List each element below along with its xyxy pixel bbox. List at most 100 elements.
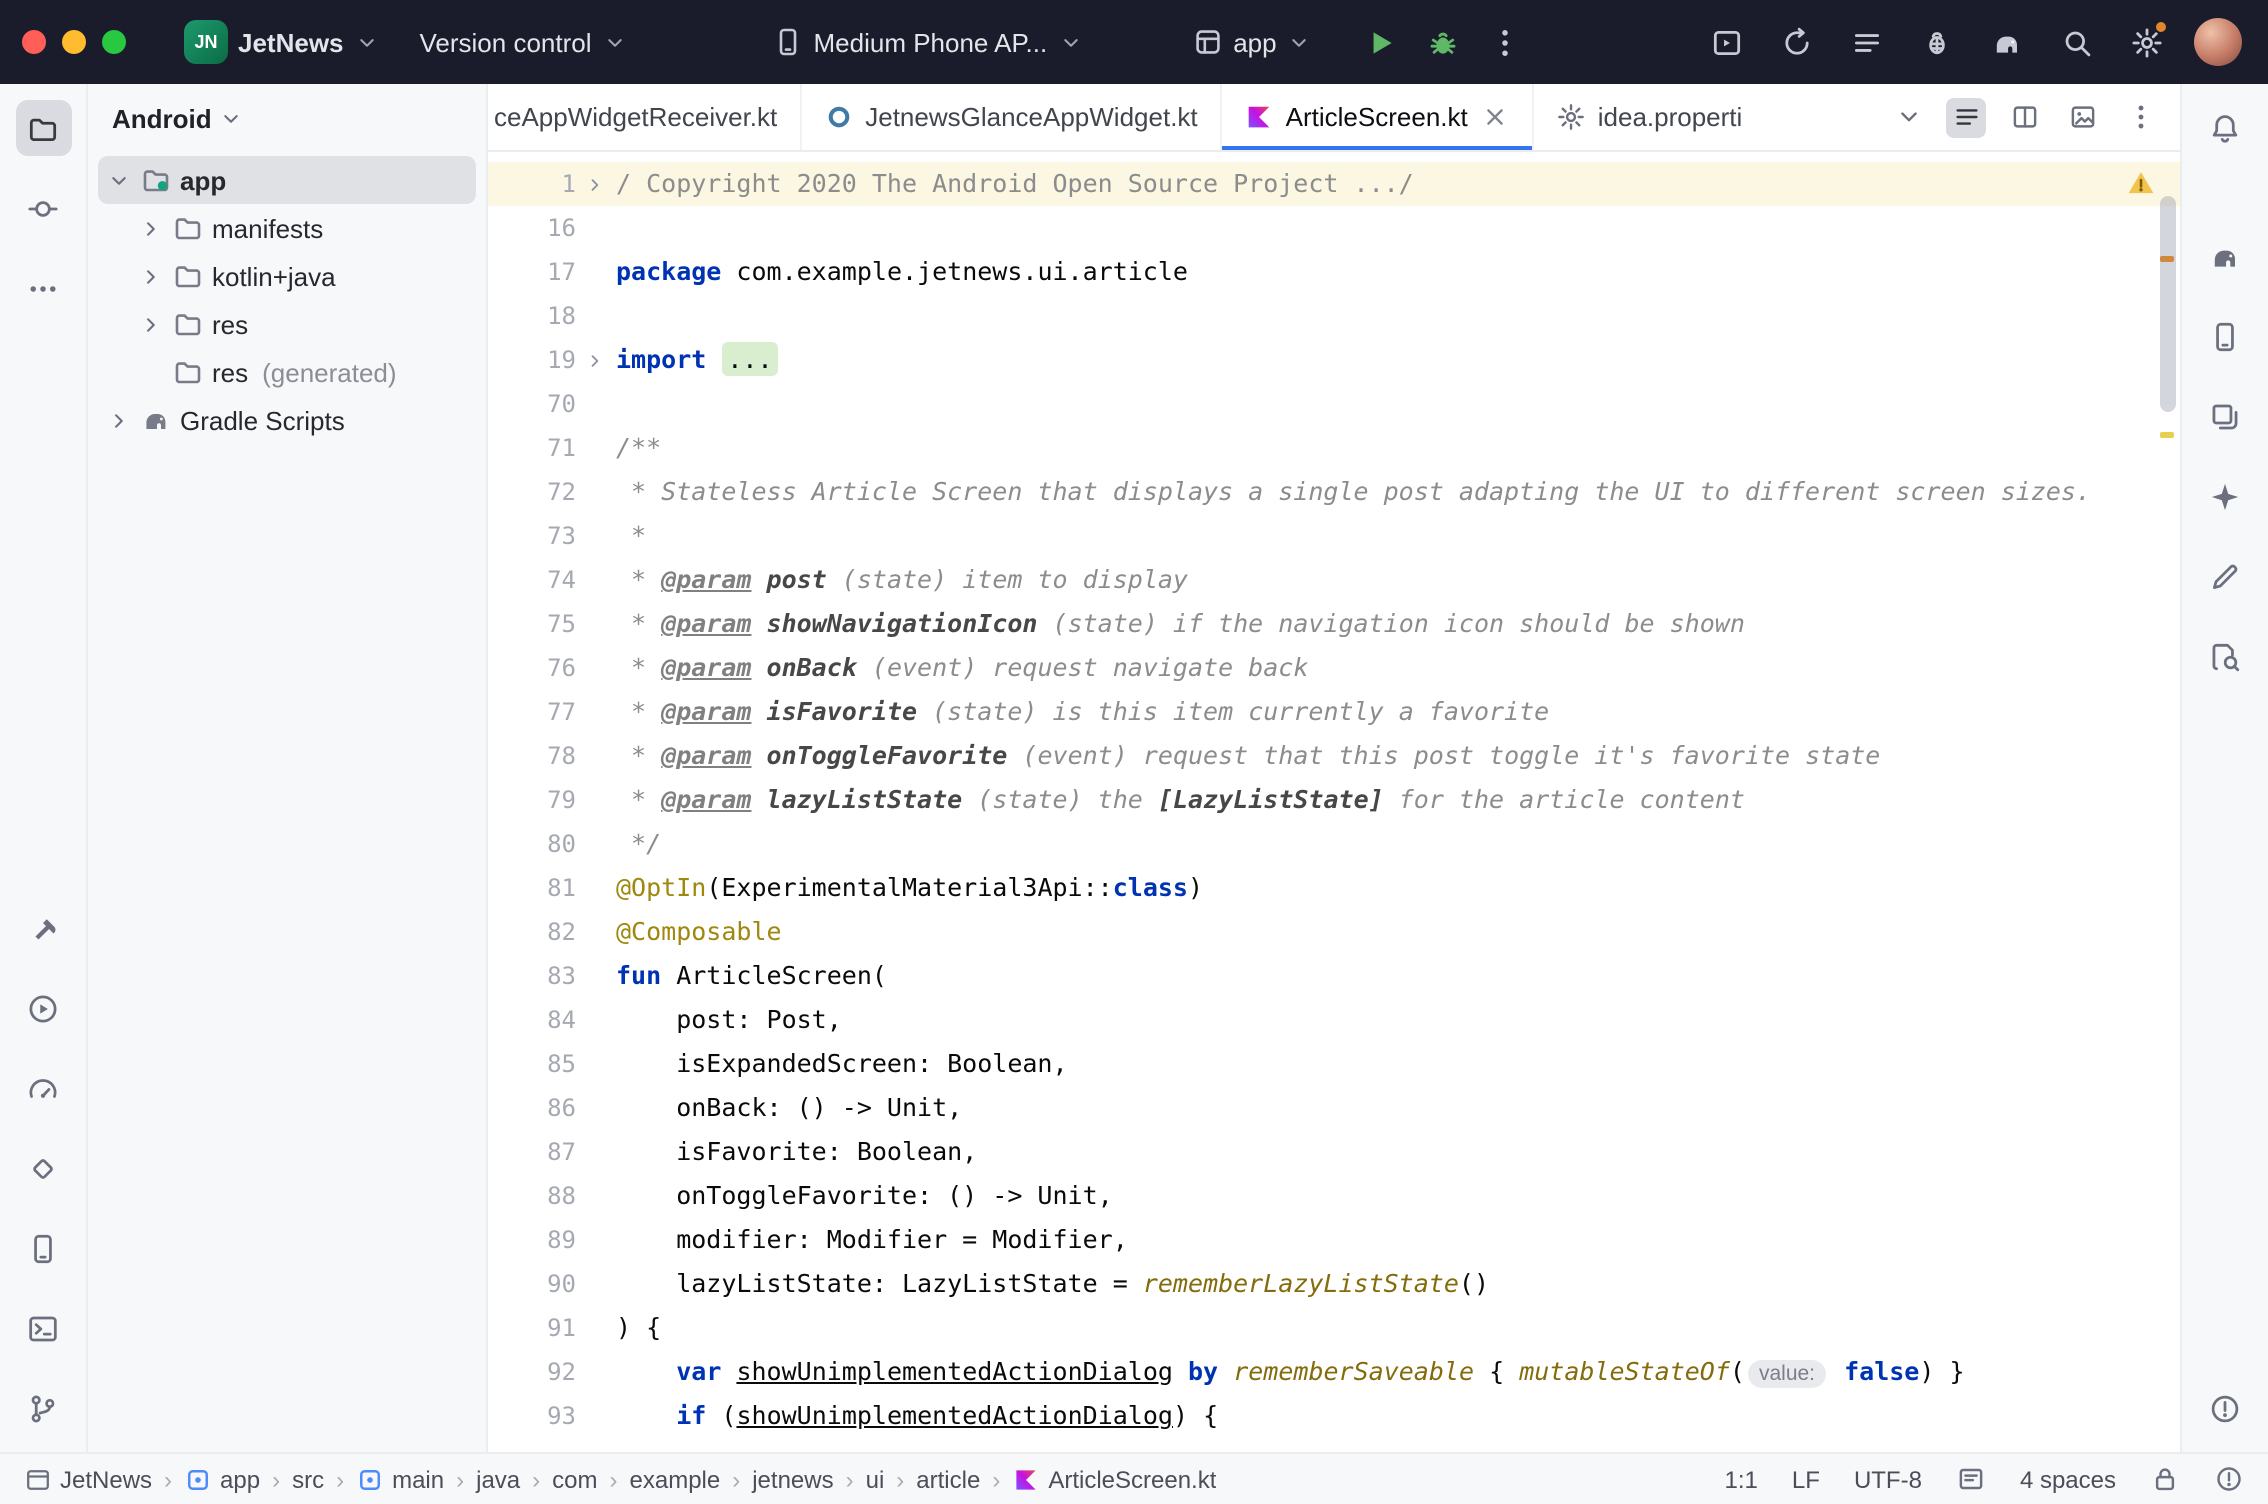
gradle-button[interactable] xyxy=(1984,20,2028,64)
tab-jetnewsglanceappwidget-kt[interactable]: JetnewsGlanceAppWidget.kt xyxy=(801,84,1221,150)
running-devices-tool-window-button[interactable] xyxy=(2197,388,2253,444)
encoding-widget[interactable]: UTF-8 xyxy=(1854,1465,1922,1493)
code-line[interactable]: 78 * @param onToggleFavorite (event) req… xyxy=(488,734,2180,778)
run-configuration-selector[interactable]: Medium Phone AP... xyxy=(762,18,1094,66)
code-line[interactable]: 93 if (showUnimplementedActionDialog) { xyxy=(488,1394,2180,1438)
reader-mode-icon[interactable] xyxy=(1956,1464,1986,1494)
code-line[interactable]: 88 onToggleFavorite: () -> Unit, xyxy=(488,1174,2180,1218)
code-line[interactable]: 85 isExpandedScreen: Boolean, xyxy=(488,1042,2180,1086)
analysis-status-icon[interactable] xyxy=(2214,1464,2244,1494)
settings-button[interactable] xyxy=(2124,20,2168,64)
code-line[interactable]: 76 * @param onBack (event) request navig… xyxy=(488,646,2180,690)
chevron-right-icon[interactable] xyxy=(138,215,164,241)
vcs-widget[interactable]: Version control xyxy=(410,19,638,65)
account-avatar[interactable] xyxy=(2194,18,2242,66)
code-line[interactable]: 75 * @param showNavigationIcon (state) i… xyxy=(488,602,2180,646)
breadcrumb-java[interactable]: java xyxy=(476,1465,520,1493)
layout-inspector-button[interactable] xyxy=(2197,548,2253,604)
tab-ceappwidgetreceiver-kt[interactable]: ceAppWidgetReceiver.kt xyxy=(488,84,801,150)
running-devices-button[interactable] xyxy=(1704,20,1748,64)
profiler-button[interactable] xyxy=(1914,20,1958,64)
code-line[interactable]: 91) { xyxy=(488,1306,2180,1350)
breadcrumb-main[interactable]: main xyxy=(356,1465,444,1493)
code-line[interactable]: 74 * @param post (state) item to display xyxy=(488,558,2180,602)
find-tool-window-button[interactable] xyxy=(2197,628,2253,684)
editor-options-button[interactable] xyxy=(2120,97,2160,137)
breadcrumb-ui[interactable]: ui xyxy=(866,1465,885,1493)
code-line[interactable]: 16 xyxy=(488,206,2180,250)
tree-item-res-generated[interactable]: res(generated) xyxy=(98,348,476,396)
app-quality-insights-button[interactable] xyxy=(15,1140,71,1196)
tree-item-app[interactable]: app xyxy=(98,156,476,204)
tree-item-res[interactable]: res xyxy=(98,300,476,348)
breadcrumb-jetnews[interactable]: JetNews xyxy=(24,1465,152,1493)
chevron-right-icon[interactable] xyxy=(138,263,164,289)
fold-icon[interactable] xyxy=(576,170,612,198)
code-line[interactable]: 72 * Stateless Article Screen that displ… xyxy=(488,470,2180,514)
problems-tool-window-button[interactable] xyxy=(2197,1380,2253,1436)
scrollbar-warning-mark[interactable] xyxy=(2160,256,2174,262)
tree-item-kotlin-java[interactable]: kotlin+java xyxy=(98,252,476,300)
gradle-tool-window-button[interactable] xyxy=(2197,228,2253,284)
minimize-window-button[interactable] xyxy=(62,30,86,54)
chevron-down-icon[interactable] xyxy=(106,167,132,193)
code-line[interactable]: 73 * xyxy=(488,514,2180,558)
search-everywhere-button[interactable] xyxy=(2054,20,2098,64)
zoom-window-button[interactable] xyxy=(102,30,126,54)
breadcrumb-example[interactable]: example xyxy=(630,1465,721,1493)
lock-icon[interactable] xyxy=(2150,1464,2180,1494)
gemini-button[interactable] xyxy=(2197,468,2253,524)
more-tool-windows-button[interactable] xyxy=(15,260,71,316)
tree-item-manifests[interactable]: manifests xyxy=(98,204,476,252)
code-editor[interactable]: 1/ Copyright 2020 The Android Open Sourc… xyxy=(488,152,2180,1452)
tree-item-gradle-scripts[interactable]: Gradle Scripts xyxy=(98,396,476,444)
fold-icon[interactable] xyxy=(576,346,612,374)
code-line[interactable]: 82@Composable xyxy=(488,910,2180,954)
code-line[interactable]: 80 */ xyxy=(488,822,2180,866)
scrollbar-weak-warning-mark[interactable] xyxy=(2160,432,2174,438)
project-widget[interactable]: JN JetNews xyxy=(174,12,390,72)
inspections-warning-icon[interactable] xyxy=(2126,168,2156,198)
device-manager-button[interactable] xyxy=(15,1220,71,1276)
code-line[interactable]: 1/ Copyright 2020 The Android Open Sourc… xyxy=(488,162,2180,206)
code-line[interactable]: 87 isFavorite: Boolean, xyxy=(488,1130,2180,1174)
sync-project-button[interactable] xyxy=(1774,20,1818,64)
code-line[interactable]: 86 onBack: () -> Unit, xyxy=(488,1086,2180,1130)
version-control-tool-window-button[interactable] xyxy=(15,1380,71,1436)
tab-articlescreen-kt[interactable]: ArticleScreen.kt xyxy=(1222,84,1534,150)
screenshot-button[interactable] xyxy=(2062,97,2102,137)
code-line[interactable]: 83fun ArticleScreen( xyxy=(488,954,2180,998)
run-target-selector[interactable]: app xyxy=(1181,18,1322,66)
code-line[interactable]: 18 xyxy=(488,294,2180,338)
code-line[interactable]: 79 * @param lazyListState (state) the [L… xyxy=(488,778,2180,822)
chevron-right-icon[interactable] xyxy=(138,311,164,337)
run-button[interactable] xyxy=(1359,20,1403,64)
code-line[interactable]: 71/** xyxy=(488,426,2180,470)
editor-scrollbar[interactable] xyxy=(2160,196,2176,412)
profiler-tool-window-button[interactable] xyxy=(15,1060,71,1116)
more-actions-button[interactable] xyxy=(1483,20,1527,64)
device-explorer-button[interactable] xyxy=(2197,308,2253,364)
code-line[interactable]: 81@OptIn(ExperimentalMaterial3Api::class… xyxy=(488,866,2180,910)
code-line[interactable]: 90 lazyListState: LazyListState = rememb… xyxy=(488,1262,2180,1306)
code-line[interactable]: 19import ... xyxy=(488,338,2180,382)
run-tool-window-button[interactable] xyxy=(15,980,71,1036)
build-tool-window-button[interactable] xyxy=(15,900,71,956)
project-tool-window-button[interactable] xyxy=(15,100,71,156)
breadcrumb-com[interactable]: com xyxy=(552,1465,597,1493)
code-line[interactable]: 84 post: Post, xyxy=(488,998,2180,1042)
hidden-tabs-button[interactable] xyxy=(1888,97,1928,137)
breadcrumb-app[interactable]: app xyxy=(184,1465,260,1493)
code-line[interactable]: 17package com.example.jetnews.ui.article xyxy=(488,250,2180,294)
breadcrumb-article[interactable]: article xyxy=(916,1465,980,1493)
breadcrumb-src[interactable]: src xyxy=(292,1465,324,1493)
debug-button[interactable] xyxy=(1421,20,1465,64)
code-line[interactable]: 77 * @param isFavorite (state) is this i… xyxy=(488,690,2180,734)
main-menu-button[interactable] xyxy=(1844,20,1888,64)
notifications-button[interactable] xyxy=(2197,100,2253,156)
terminal-tool-window-button[interactable] xyxy=(15,1300,71,1356)
close-tab-icon[interactable] xyxy=(1480,102,1510,132)
indent-widget[interactable]: 4 spaces xyxy=(2020,1465,2116,1493)
chevron-right-icon[interactable] xyxy=(106,407,132,433)
commit-tool-window-button[interactable] xyxy=(15,180,71,236)
